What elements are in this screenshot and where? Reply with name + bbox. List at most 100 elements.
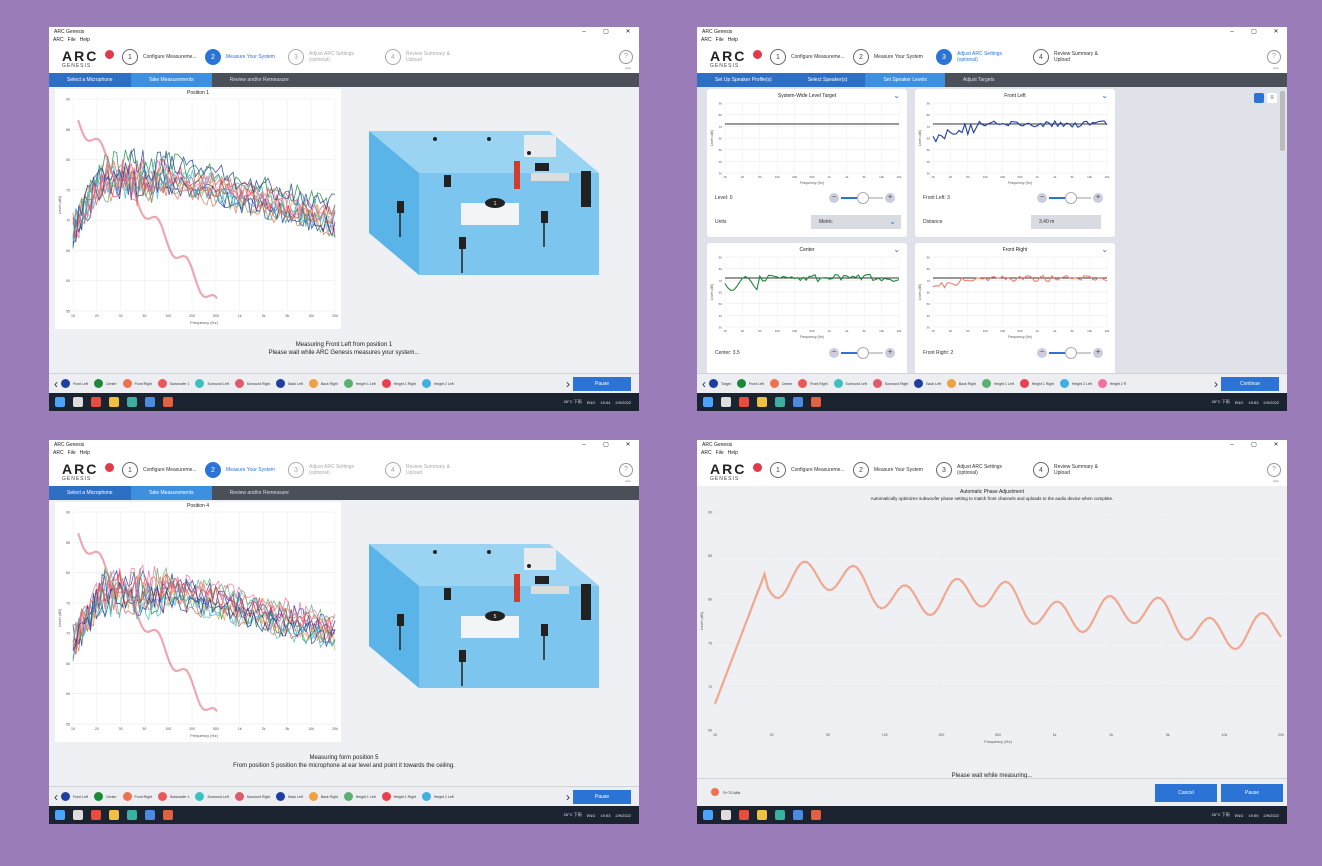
- cancel-button[interactable]: Cancel: [1155, 784, 1217, 802]
- list-view-icon[interactable]: ≡: [1267, 93, 1277, 103]
- legend-item[interactable]: Surround Left: [833, 379, 867, 388]
- chevron-left-icon[interactable]: ‹: [699, 377, 709, 391]
- pause-button[interactable]: Pause: [1221, 784, 1283, 802]
- legend-item[interactable]: Front Left: [61, 379, 88, 388]
- step-1[interactable]: 1 Configure Measureme...: [770, 49, 851, 65]
- menu-help[interactable]: Help: [728, 37, 738, 43]
- menu-arc[interactable]: ARC: [53, 450, 64, 456]
- arc-taskbar-icon[interactable]: [811, 397, 821, 407]
- units-dropdown[interactable]: Metric ⌄: [811, 215, 901, 229]
- menu-arc[interactable]: ARC: [701, 37, 712, 43]
- edge-icon[interactable]: [775, 810, 785, 820]
- minus-button[interactable]: −: [829, 348, 839, 358]
- step-4[interactable]: 4 Review Summary & Upload: [385, 462, 466, 478]
- browser-icon[interactable]: [793, 397, 803, 407]
- step-3[interactable]: 3 Adjust ARC Settings (optional): [936, 462, 1017, 478]
- step-2[interactable]: 2 Measure Your System: [853, 462, 934, 478]
- crumb-set-speaker-levels[interactable]: Set Speaker Levels: [865, 73, 945, 87]
- step-2[interactable]: 2 Measure Your System: [853, 49, 934, 65]
- crumb-select-microphone[interactable]: Select a Microphone: [49, 486, 131, 500]
- step-3[interactable]: 3 Adjust ARC Settings (optional): [936, 49, 1017, 65]
- step-4[interactable]: 4 Review Summary & Upload: [385, 49, 466, 65]
- crumb-review-remeasure[interactable]: Review and/or Remeasure: [212, 73, 307, 87]
- files-icon[interactable]: [73, 397, 83, 407]
- legend-item[interactable]: Back Left: [914, 379, 941, 388]
- legend-item[interactable]: Height 1 Left: [981, 379, 1014, 388]
- step-1[interactable]: 1 Configure Measureme...: [770, 462, 851, 478]
- browser-icon[interactable]: [145, 397, 155, 407]
- legend-item[interactable]: Surround Right: [234, 792, 270, 801]
- chevron-left-icon[interactable]: ‹: [51, 377, 61, 391]
- menu-file[interactable]: File: [716, 450, 724, 456]
- step-2[interactable]: 2 Measure Your System: [205, 462, 286, 478]
- legend-item[interactable]: Height 2 Left: [421, 379, 454, 388]
- level-slider[interactable]: − +: [829, 347, 895, 359]
- level-slider[interactable]: − +: [1037, 347, 1103, 359]
- step-3[interactable]: 3 Adjust ARC Settings (optional): [288, 462, 369, 478]
- files-icon[interactable]: [721, 397, 731, 407]
- slider-knob[interactable]: [1065, 192, 1077, 204]
- legend-item[interactable]: Surround Right: [872, 379, 908, 388]
- arc-taskbar-icon[interactable]: [163, 397, 173, 407]
- plus-button[interactable]: +: [1093, 193, 1103, 203]
- folder-icon[interactable]: [757, 810, 767, 820]
- legend-item[interactable]: Back Left: [276, 792, 303, 801]
- help-icon[interactable]: ?: [1267, 463, 1281, 477]
- browser-icon[interactable]: [145, 810, 155, 820]
- start-icon[interactable]: [55, 397, 65, 407]
- legend-item[interactable]: Front Right: [122, 792, 152, 801]
- distance-field[interactable]: 3.40 m: [1031, 215, 1101, 229]
- step-2[interactable]: 2 Measure Your System: [205, 49, 286, 65]
- app-icon[interactable]: [739, 810, 749, 820]
- legend-item[interactable]: Height 2 Left: [421, 792, 454, 801]
- legend-item[interactable]: Surround Left: [195, 792, 229, 801]
- start-icon[interactable]: [703, 397, 713, 407]
- crumb-take-measurements[interactable]: Take Measurements: [130, 73, 212, 87]
- plus-button[interactable]: +: [885, 193, 895, 203]
- legend-item[interactable]: Center: [93, 792, 117, 801]
- files-icon[interactable]: [73, 810, 83, 820]
- slider-knob[interactable]: [857, 192, 869, 204]
- step-4[interactable]: 4 Review Summary & Upload: [1033, 462, 1114, 478]
- legend-item[interactable]: Back Right: [308, 792, 338, 801]
- app-icon[interactable]: [739, 397, 749, 407]
- legend-item[interactable]: Back Left: [276, 379, 303, 388]
- browser-icon[interactable]: [793, 810, 803, 820]
- slider-knob[interactable]: [1065, 347, 1077, 359]
- legend-item[interactable]: Height 1 Right: [381, 379, 416, 388]
- scrollbar-thumb[interactable]: [1280, 91, 1285, 151]
- crumb-speaker-profiles[interactable]: Set Up Speaker Profile(s): [697, 73, 790, 87]
- legend-item[interactable]: Height 1 Left: [343, 792, 376, 801]
- arc-taskbar-icon[interactable]: [163, 810, 173, 820]
- legend-item[interactable]: Height 1 Right: [381, 792, 416, 801]
- menu-arc[interactable]: ARC: [53, 37, 64, 43]
- legend-item[interactable]: Height 1 Right: [1019, 379, 1054, 388]
- legend-item[interactable]: Front Right: [798, 379, 828, 388]
- legend-item[interactable]: Subwoofer 1: [157, 379, 189, 388]
- plus-button[interactable]: +: [885, 348, 895, 358]
- chevron-right-icon[interactable]: ›: [563, 377, 573, 391]
- legend-item[interactable]: Target: [709, 379, 731, 388]
- crumb-select-microphone[interactable]: Select a Microphone: [49, 73, 131, 87]
- folder-icon[interactable]: [109, 397, 119, 407]
- crumb-take-measurements[interactable]: Take Measurements: [130, 486, 212, 500]
- start-icon[interactable]: [55, 810, 65, 820]
- crumb-adjust-targets[interactable]: Adjust Targets: [945, 73, 1013, 87]
- minus-button[interactable]: −: [1037, 193, 1047, 203]
- legend-item[interactable]: Height 2 Left: [1059, 379, 1092, 388]
- app-icon[interactable]: [91, 810, 101, 820]
- legend-item[interactable]: Front Left: [736, 379, 764, 388]
- slider-knob[interactable]: [857, 347, 869, 359]
- menu-help[interactable]: Help: [80, 37, 90, 43]
- menu-file[interactable]: File: [68, 37, 76, 43]
- menu-help[interactable]: Help: [728, 450, 738, 456]
- legend-item[interactable]: Front Right: [122, 379, 152, 388]
- crumb-review-remeasure[interactable]: Review and/or Remeasure: [212, 486, 307, 500]
- arc-taskbar-icon[interactable]: [811, 810, 821, 820]
- legend-item[interactable]: Front Left: [61, 792, 88, 801]
- app-icon[interactable]: [91, 397, 101, 407]
- help-icon[interactable]: ?: [619, 463, 633, 477]
- legend-item[interactable]: Back Right: [946, 379, 976, 388]
- help-icon[interactable]: ?: [1267, 50, 1281, 64]
- plus-button[interactable]: +: [1093, 348, 1103, 358]
